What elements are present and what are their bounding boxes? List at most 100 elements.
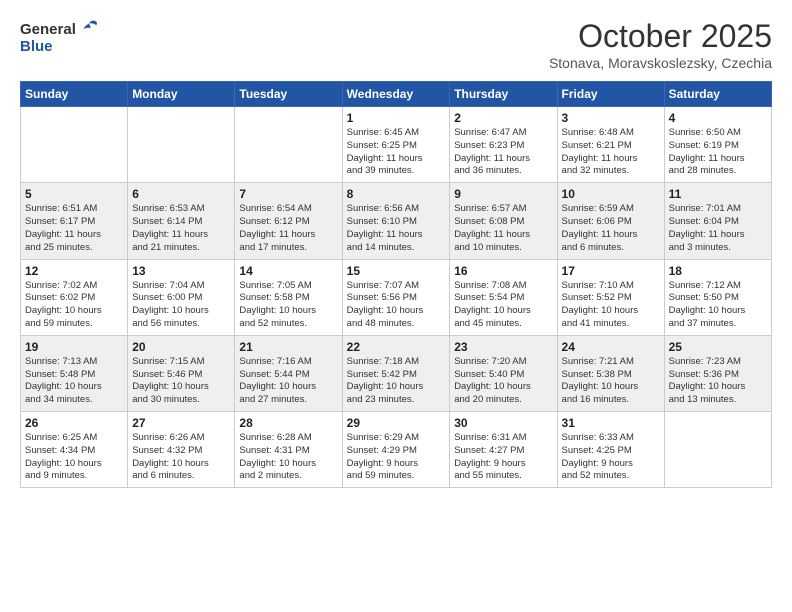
table-row: 26 Sunrise: 6:25 AM Sunset: 4:34 PM Dayli… [21,412,128,488]
day-info: Sunrise: 7:02 AM Sunset: 6:02 PM Dayligh… [25,280,123,331]
day-info: Sunrise: 6:50 AM Sunset: 6:19 PM Dayligh… [669,127,767,178]
table-row: 14 Sunrise: 7:05 AM Sunset: 5:58 PM Dayli… [235,259,342,335]
day-info: Sunrise: 7:16 AM Sunset: 5:44 PM Dayligh… [239,356,337,407]
day-number: 9 [454,187,552,201]
table-row: 9Sunrise: 6:57 AM Sunset: 6:08 PM Daylig… [450,183,557,259]
calendar-row: 1Sunrise: 6:45 AM Sunset: 6:25 PM Daylig… [21,107,772,183]
day-number: 22 [347,340,446,354]
logo-blue: Blue [20,38,53,55]
header-sunday: Sunday [21,82,128,107]
table-row: 17 Sunrise: 7:10 AM Sunset: 5:52 PM Dayli… [557,259,664,335]
day-info: Sunrise: 6:29 AM Sunset: 4:29 PM Dayligh… [347,432,446,483]
day-info: Sunrise: 6:51 AM Sunset: 6:17 PM Dayligh… [25,203,123,254]
logo-bird-icon [78,18,100,40]
day-number: 14 [239,264,337,278]
table-row: 13 Sunrise: 7:04 AM Sunset: 6:00 PM Dayli… [128,259,235,335]
calendar-row: 12 Sunrise: 7:02 AM Sunset: 6:02 PM Dayli… [21,259,772,335]
page-header: General Blue October 2025 Stonava, Morav… [20,18,772,71]
day-number: 7 [239,187,337,201]
month-title: October 2025 [549,18,772,55]
title-section: October 2025 Stonava, Moravskoslezsky, C… [549,18,772,71]
day-number: 25 [669,340,767,354]
table-row: 4 Sunrise: 6:50 AM Sunset: 6:19 PM Daylig… [664,107,771,183]
day-info: Sunrise: 6:47 AM Sunset: 6:23 PM Dayligh… [454,127,552,178]
day-number: 2 [454,111,552,125]
table-row [235,107,342,183]
day-info: Sunrise: 7:13 AM Sunset: 5:48 PM Dayligh… [25,356,123,407]
day-info: Sunrise: 6:54 AM Sunset: 6:12 PM Dayligh… [239,203,337,254]
day-info: Sunrise: 6:28 AM Sunset: 4:31 PM Dayligh… [239,432,337,483]
day-number: 3 [562,111,660,125]
day-info: Sunrise: 7:05 AM Sunset: 5:58 PM Dayligh… [239,280,337,331]
table-row [664,412,771,488]
calendar-row: 26 Sunrise: 6:25 AM Sunset: 4:34 PM Dayli… [21,412,772,488]
day-info: Sunrise: 7:12 AM Sunset: 5:50 PM Dayligh… [669,280,767,331]
day-number: 13 [132,264,230,278]
table-row: 20 Sunrise: 7:15 AM Sunset: 5:46 PM Dayli… [128,335,235,411]
day-info: Sunrise: 6:25 AM Sunset: 4:34 PM Dayligh… [25,432,123,483]
table-row: 25 Sunrise: 7:23 AM Sunset: 5:36 PM Dayli… [664,335,771,411]
header-tuesday: Tuesday [235,82,342,107]
table-row [128,107,235,183]
day-number: 28 [239,416,337,430]
day-info: Sunrise: 7:07 AM Sunset: 5:56 PM Dayligh… [347,280,446,331]
day-info: Sunrise: 7:23 AM Sunset: 5:36 PM Dayligh… [669,356,767,407]
day-info: Sunrise: 7:21 AM Sunset: 5:38 PM Dayligh… [562,356,660,407]
day-info: Sunrise: 7:08 AM Sunset: 5:54 PM Dayligh… [454,280,552,331]
day-number: 6 [132,187,230,201]
day-info: Sunrise: 6:26 AM Sunset: 4:32 PM Dayligh… [132,432,230,483]
table-row: 11 Sunrise: 7:01 AM Sunset: 6:04 PM Dayli… [664,183,771,259]
day-number: 26 [25,416,123,430]
day-number: 30 [454,416,552,430]
day-info: Sunrise: 6:53 AM Sunset: 6:14 PM Dayligh… [132,203,230,254]
calendar-table: Sunday Monday Tuesday Wednesday Thursday… [20,81,772,488]
day-number: 8 [347,187,446,201]
table-row [21,107,128,183]
table-row: 27 Sunrise: 6:26 AM Sunset: 4:32 PM Dayli… [128,412,235,488]
calendar-row: 5 Sunrise: 6:51 AM Sunset: 6:17 PM Daylig… [21,183,772,259]
day-info: Sunrise: 7:10 AM Sunset: 5:52 PM Dayligh… [562,280,660,331]
header-wednesday: Wednesday [342,82,450,107]
table-row: 3 Sunrise: 6:48 AM Sunset: 6:21 PM Daylig… [557,107,664,183]
table-row: 6 Sunrise: 6:53 AM Sunset: 6:14 PM Daylig… [128,183,235,259]
table-row: 16 Sunrise: 7:08 AM Sunset: 5:54 PM Dayli… [450,259,557,335]
table-row: 15 Sunrise: 7:07 AM Sunset: 5:56 PM Dayli… [342,259,450,335]
table-row: 8 Sunrise: 6:56 AM Sunset: 6:10 PM Daylig… [342,183,450,259]
logo: General Blue [20,18,100,55]
day-number: 5 [25,187,123,201]
day-number: 16 [454,264,552,278]
location: Stonava, Moravskoslezsky, Czechia [549,55,772,71]
day-info: Sunrise: 6:31 AM Sunset: 4:27 PM Dayligh… [454,432,552,483]
day-info: Sunrise: 6:56 AM Sunset: 6:10 PM Dayligh… [347,203,446,254]
header-saturday: Saturday [664,82,771,107]
logo-general: General [20,21,76,38]
day-info: Sunrise: 6:48 AM Sunset: 6:21 PM Dayligh… [562,127,660,178]
table-row: 31Sunrise: 6:33 AM Sunset: 4:25 PM Dayli… [557,412,664,488]
table-row: 24Sunrise: 7:21 AM Sunset: 5:38 PM Dayli… [557,335,664,411]
day-number: 12 [25,264,123,278]
table-row: 10 Sunrise: 6:59 AM Sunset: 6:06 PM Dayli… [557,183,664,259]
day-number: 27 [132,416,230,430]
day-info: Sunrise: 6:45 AM Sunset: 6:25 PM Dayligh… [347,127,446,178]
table-row: 5 Sunrise: 6:51 AM Sunset: 6:17 PM Daylig… [21,183,128,259]
day-info: Sunrise: 7:20 AM Sunset: 5:40 PM Dayligh… [454,356,552,407]
day-info: Sunrise: 7:04 AM Sunset: 6:00 PM Dayligh… [132,280,230,331]
table-row: 21 Sunrise: 7:16 AM Sunset: 5:44 PM Dayli… [235,335,342,411]
table-row: 23Sunrise: 7:20 AM Sunset: 5:40 PM Dayli… [450,335,557,411]
table-row: 1Sunrise: 6:45 AM Sunset: 6:25 PM Daylig… [342,107,450,183]
day-number: 4 [669,111,767,125]
day-number: 11 [669,187,767,201]
table-row: 2 Sunrise: 6:47 AM Sunset: 6:23 PM Daylig… [450,107,557,183]
day-number: 21 [239,340,337,354]
day-number: 15 [347,264,446,278]
day-info: Sunrise: 6:59 AM Sunset: 6:06 PM Dayligh… [562,203,660,254]
day-number: 29 [347,416,446,430]
day-info: Sunrise: 7:01 AM Sunset: 6:04 PM Dayligh… [669,203,767,254]
day-number: 17 [562,264,660,278]
day-info: Sunrise: 7:15 AM Sunset: 5:46 PM Dayligh… [132,356,230,407]
day-number: 19 [25,340,123,354]
day-number: 20 [132,340,230,354]
table-row: 22Sunrise: 7:18 AM Sunset: 5:42 PM Dayli… [342,335,450,411]
day-number: 10 [562,187,660,201]
header-friday: Friday [557,82,664,107]
